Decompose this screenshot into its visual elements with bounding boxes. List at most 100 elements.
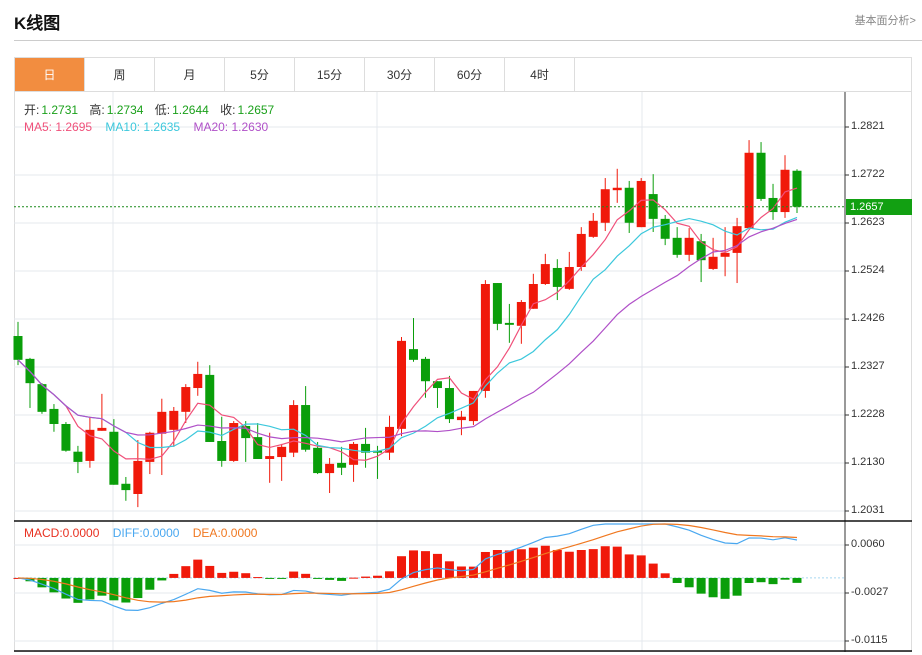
price-tick: 1.2031: [851, 504, 885, 516]
macd-bar: [576, 550, 586, 578]
macd-bar: [756, 577, 766, 583]
candle-down: [756, 152, 766, 199]
candle-down: [552, 267, 562, 287]
candle-up: [193, 373, 203, 389]
current-price-badge: 1.2657: [846, 199, 912, 215]
macd-bar: [325, 577, 335, 580]
candle-down: [217, 441, 227, 461]
candle-down: [49, 408, 59, 424]
macd-bar: [169, 573, 179, 578]
candle-up: [684, 237, 694, 255]
macd-bar: [301, 573, 311, 578]
diff-value: DIFF:0.0000: [112, 526, 180, 540]
candle-up: [85, 429, 95, 461]
candle-down: [121, 483, 131, 491]
price-tick: 1.2623: [851, 216, 885, 228]
price-tick: 1.2426: [851, 312, 885, 324]
candle-down: [504, 322, 514, 325]
macd-bar: [732, 577, 742, 596]
price-tick: 1.2130: [851, 456, 885, 468]
candle-down: [420, 358, 430, 382]
macd-bar: [253, 577, 263, 579]
macd-bar: [241, 573, 251, 578]
price-tick: 1.2327: [851, 360, 885, 372]
macd-bar: [636, 555, 646, 578]
candle-up: [516, 301, 526, 326]
macd-bar: [277, 577, 287, 579]
candle-up: [468, 390, 478, 422]
macd-bar: [157, 577, 167, 581]
macd-bar: [660, 573, 670, 578]
candle-up: [480, 284, 490, 391]
close-label: 收:: [220, 103, 236, 117]
candle-down: [61, 423, 71, 451]
macd-bar: [313, 577, 323, 579]
macd-bar: [361, 576, 371, 578]
macd-bar: [588, 549, 598, 578]
ma20-value: MA20: 1.2630: [193, 120, 269, 134]
open-value: 1.2731: [41, 103, 79, 117]
macd-bar: [385, 571, 395, 578]
candle-up: [612, 187, 622, 191]
candle-down: [492, 283, 502, 324]
price-tick: 1.2722: [851, 168, 885, 180]
candlestick-chart: [13, 92, 912, 652]
candle-up: [397, 340, 407, 429]
low-label: 低:: [154, 103, 171, 117]
macd-bar: [720, 577, 730, 599]
macd-bar: [432, 553, 442, 578]
macd-bar: [540, 545, 550, 578]
macd-info: MACD:0.0000 DIFF:0.0000 DEA:0.0000: [24, 526, 259, 540]
macd-value: MACD:0.0000: [24, 526, 100, 540]
candle-up: [588, 220, 598, 237]
macd-bar: [397, 556, 407, 578]
candle-down: [337, 462, 347, 468]
macd-bar: [480, 551, 490, 578]
candle-down: [408, 349, 418, 360]
macd-bar: [528, 547, 538, 578]
macd-bar: [768, 577, 778, 585]
candle-down: [624, 187, 634, 223]
candle-up: [540, 264, 550, 285]
candle-down: [37, 384, 47, 412]
candle-down: [313, 447, 323, 474]
macd-bar: [624, 554, 634, 578]
candle-up: [325, 463, 335, 474]
candle-down: [672, 237, 682, 255]
macd-bar: [708, 577, 718, 598]
candle-down: [660, 218, 670, 239]
macd-bar: [205, 565, 215, 578]
candle-up: [720, 252, 730, 257]
macd-bar: [792, 577, 802, 583]
macd-bar: [612, 546, 622, 578]
candle-up: [528, 284, 538, 309]
candle-up: [277, 446, 287, 458]
macd-bar: [672, 577, 682, 583]
candle-up: [708, 256, 718, 269]
macd-tick: -0.0027: [851, 586, 889, 598]
macd-bar: [648, 563, 658, 578]
high-label: 高:: [89, 103, 105, 117]
price-tick: 1.2821: [851, 120, 885, 132]
macd-bar: [552, 549, 562, 578]
ohlc-info: 开: 1.2731 高: 1.2734 低: 1.2644 收: 1.2657: [24, 101, 276, 118]
macd-tick: 0.0060: [851, 538, 885, 550]
macd-bar: [181, 566, 191, 578]
macd-bar: [289, 571, 299, 578]
close-value: 1.2657: [237, 103, 275, 117]
macd-tick: -0.0115: [851, 634, 888, 646]
high-value: 1.2734: [106, 103, 144, 117]
open-label: 开:: [24, 103, 40, 117]
macd-bar: [133, 577, 143, 599]
candle-up: [265, 456, 275, 459]
candle-down: [109, 431, 119, 485]
macd-bar: [600, 546, 610, 578]
candle-up: [97, 427, 107, 431]
macd-bar: [337, 577, 347, 581]
macd-bar: [217, 572, 227, 578]
macd-bar: [420, 551, 430, 578]
macd-bar: [373, 575, 383, 578]
price-tick: 1.2228: [851, 408, 885, 420]
candle-down: [73, 451, 83, 462]
macd-bar: [193, 559, 203, 578]
